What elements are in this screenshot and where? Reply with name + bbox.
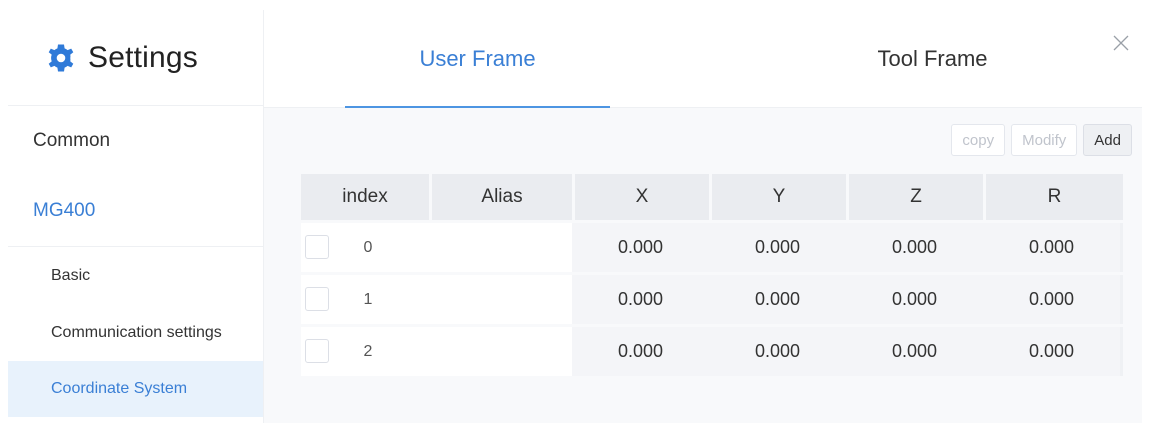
sidebar-item-communication-settings[interactable]: Communication settings: [8, 304, 263, 361]
row-index: 0: [363, 238, 373, 256]
row-index: 1: [363, 290, 373, 308]
sidebar-item-common[interactable]: Common: [8, 106, 263, 176]
row-checkbox[interactable]: [305, 339, 329, 363]
alias-cell: [429, 275, 572, 324]
sidebar-item-coordinate-system[interactable]: Coordinate System: [8, 361, 263, 417]
z-cell: 0.000: [846, 275, 983, 324]
settings-title: Settings: [88, 40, 198, 74]
sidebar-item-basic[interactable]: Basic: [8, 247, 263, 304]
frame-tabs: User Frame Tool Frame: [264, 10, 1142, 108]
row-checkbox[interactable]: [305, 287, 329, 311]
index-cell: 0: [301, 223, 429, 272]
settings-sidebar: Settings Common MG400 Basic Communicatio…: [8, 10, 264, 423]
main-panel: User Frame Tool Frame copy Modify Add in…: [264, 10, 1142, 423]
r-cell: 0.000: [983, 275, 1120, 324]
gear-icon: [44, 41, 78, 75]
column-header-z: Z: [849, 174, 983, 220]
z-cell: 0.000: [846, 327, 983, 376]
frame-table: index Alias X Y Z R 0 0.000 0.000 0.000 …: [301, 174, 1123, 376]
column-header-y: Y: [712, 174, 846, 220]
row-index: 2: [363, 342, 373, 360]
frame-toolbar: copy Modify Add: [951, 124, 1132, 156]
close-icon[interactable]: [1112, 34, 1130, 52]
x-cell: 0.000: [572, 223, 709, 272]
sidebar-item-mg400[interactable]: MG400: [8, 176, 263, 247]
table-row[interactable]: 1 0.000 0.000 0.000 0.000: [301, 275, 1123, 324]
x-cell: 0.000: [572, 327, 709, 376]
r-cell: 0.000: [983, 327, 1120, 376]
alias-cell: [429, 327, 572, 376]
y-cell: 0.000: [709, 223, 846, 272]
column-header-x: X: [575, 174, 709, 220]
copy-button[interactable]: copy: [951, 124, 1006, 156]
r-cell: 0.000: [983, 223, 1120, 272]
y-cell: 0.000: [709, 327, 846, 376]
table-header: index Alias X Y Z R: [301, 174, 1123, 220]
settings-header: Settings: [8, 10, 263, 106]
column-header-alias: Alias: [432, 174, 572, 220]
modify-button[interactable]: Modify: [1011, 124, 1078, 156]
y-cell: 0.000: [709, 275, 846, 324]
tab-tool-frame[interactable]: Tool Frame: [800, 10, 1065, 107]
index-cell: 2: [301, 327, 429, 376]
add-button[interactable]: Add: [1083, 124, 1132, 156]
tab-user-frame[interactable]: User Frame: [345, 10, 610, 108]
row-checkbox[interactable]: [305, 235, 329, 259]
table-row[interactable]: 2 0.000 0.000 0.000 0.000: [301, 327, 1123, 376]
column-header-index: index: [301, 174, 429, 220]
index-cell: 1: [301, 275, 429, 324]
column-header-r: R: [986, 174, 1123, 220]
z-cell: 0.000: [846, 223, 983, 272]
x-cell: 0.000: [572, 275, 709, 324]
alias-cell: [429, 223, 572, 272]
table-row[interactable]: 0 0.000 0.000 0.000 0.000: [301, 223, 1123, 272]
